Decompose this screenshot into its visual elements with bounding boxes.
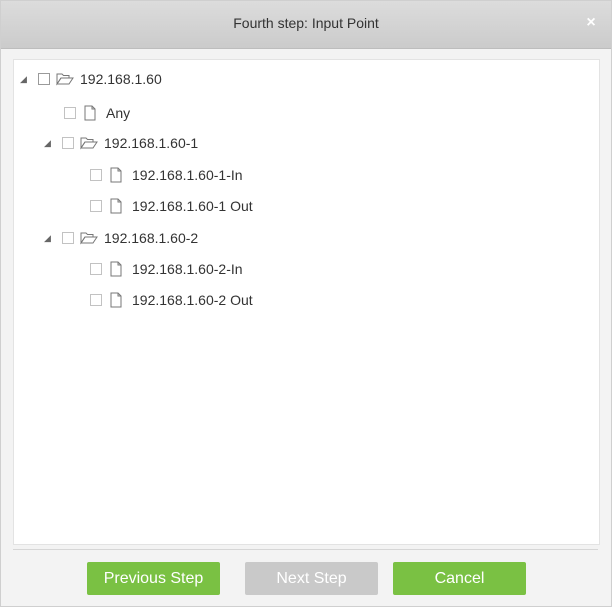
- tree-node-label[interactable]: 192.168.1.60-2-In: [132, 261, 243, 277]
- tree-node-label[interactable]: 192.168.1.60-2: [104, 230, 198, 246]
- tree-checkbox[interactable]: [64, 107, 76, 119]
- tree-checkbox[interactable]: [38, 73, 50, 85]
- tree-node-1-in: 192.168.1.60-1-In: [90, 164, 243, 186]
- triangle-down-icon[interactable]: ◢: [44, 137, 56, 149]
- dialog-title: Fourth step: Input Point: [233, 15, 379, 31]
- previous-step-button[interactable]: Previous Step: [87, 562, 220, 595]
- dialog-footer: Previous Step Next Step Cancel: [1, 550, 611, 606]
- file-icon: [82, 105, 100, 121]
- tree-checkbox[interactable]: [90, 200, 102, 212]
- tree-node-folder-1: ◢ 192.168.1.60-1: [44, 132, 198, 154]
- tree-node-label[interactable]: 192.168.1.60-1 Out: [132, 198, 253, 214]
- cancel-button[interactable]: Cancel: [393, 562, 526, 595]
- tree-node-2-in: 192.168.1.60-2-In: [90, 258, 243, 280]
- file-icon: [108, 292, 126, 308]
- file-icon: [108, 167, 126, 183]
- tree-checkbox[interactable]: [90, 169, 102, 181]
- tree-checkbox[interactable]: [90, 263, 102, 275]
- tree-node-label[interactable]: 192.168.1.60: [80, 71, 162, 87]
- triangle-down-icon[interactable]: ◢: [20, 73, 32, 85]
- tree-panel: ◢ 192.168.1.60 Any ◢ 192.168.1.60-1 192.…: [13, 59, 600, 545]
- tree-node-2-out: 192.168.1.60-2 Out: [90, 289, 253, 311]
- tree-node-root: ◢ 192.168.1.60: [20, 68, 162, 90]
- file-icon: [108, 198, 126, 214]
- tree-node-any: Any: [64, 102, 130, 124]
- folder-open-icon: [56, 71, 74, 87]
- next-step-button[interactable]: Next Step: [245, 562, 378, 595]
- tree-node-label[interactable]: 192.168.1.60-2 Out: [132, 292, 253, 308]
- tree-node-1-out: 192.168.1.60-1 Out: [90, 195, 253, 217]
- dialog-titlebar: Fourth step: Input Point ×: [1, 1, 611, 49]
- tree-node-label[interactable]: 192.168.1.60-1-In: [132, 167, 243, 183]
- triangle-down-icon[interactable]: ◢: [44, 232, 56, 244]
- file-icon: [108, 261, 126, 277]
- tree-checkbox[interactable]: [62, 137, 74, 149]
- folder-open-icon: [80, 135, 98, 151]
- close-icon[interactable]: ×: [581, 13, 601, 33]
- tree-node-label[interactable]: 192.168.1.60-1: [104, 135, 198, 151]
- input-point-dialog: Fourth step: Input Point × ◢ 192.168.1.6…: [0, 0, 612, 607]
- tree-checkbox[interactable]: [62, 232, 74, 244]
- tree-node-label[interactable]: Any: [106, 105, 130, 121]
- tree-node-folder-2: ◢ 192.168.1.60-2: [44, 227, 198, 249]
- folder-open-icon: [80, 230, 98, 246]
- tree-checkbox[interactable]: [90, 294, 102, 306]
